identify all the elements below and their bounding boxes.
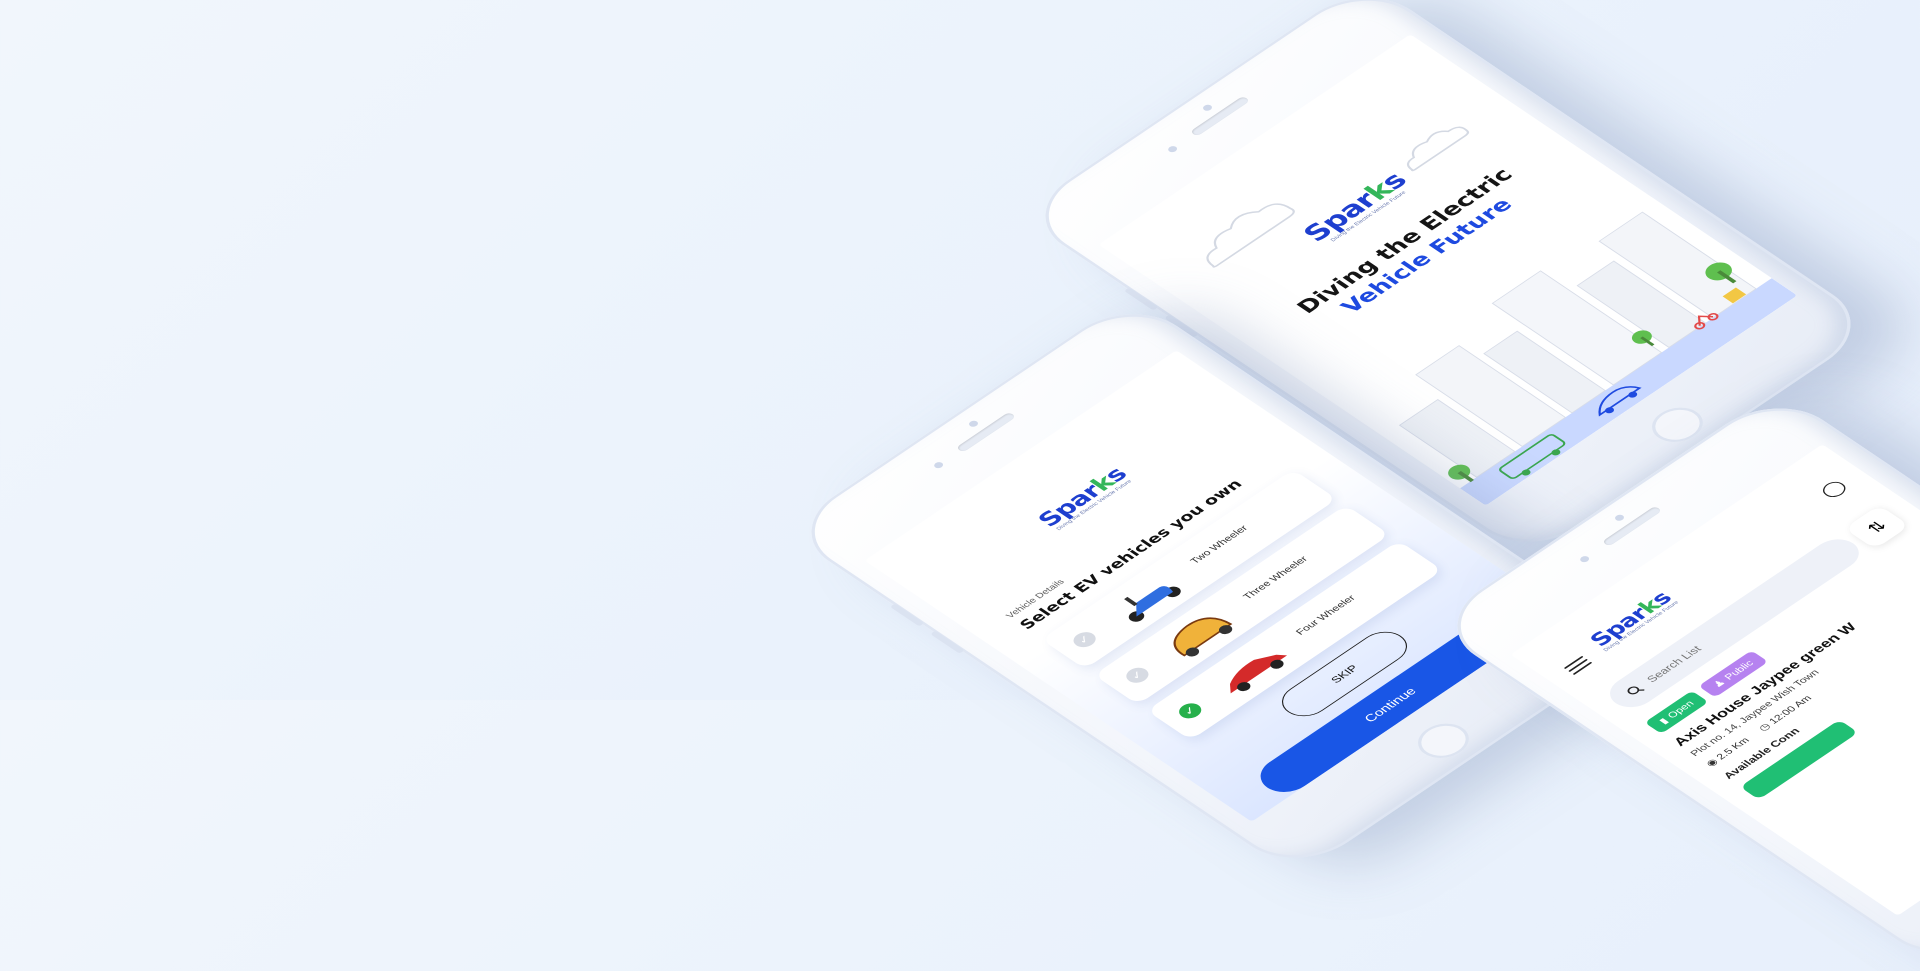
app-logo: Sparks Diving the Electric Vehicle Futur… xyxy=(1584,588,1680,653)
volume-up-button xyxy=(889,603,925,627)
front-camera xyxy=(1201,103,1214,113)
stage: Sparks Diving the Electric Vehicle Futur… xyxy=(0,0,1920,971)
proximity-sensor xyxy=(1578,554,1591,564)
front-camera xyxy=(1613,513,1626,523)
filter-button[interactable]: ⇅ xyxy=(1844,504,1910,550)
check-icon[interactable]: ✓ xyxy=(1174,700,1206,722)
earpiece-speaker xyxy=(955,411,1017,453)
filter-sliders-icon: ⇅ xyxy=(1863,517,1891,537)
hamburger-menu-icon[interactable] xyxy=(1561,654,1595,677)
logo-wordmark: Sparks xyxy=(1032,463,1133,532)
earpiece-speaker xyxy=(1189,95,1251,137)
logo-wordmark: Sparks xyxy=(1584,587,1677,651)
proximity-sensor xyxy=(1166,144,1179,154)
volume-up-button xyxy=(1123,287,1159,311)
home-button xyxy=(1407,716,1480,766)
earpiece-speaker xyxy=(1601,505,1663,547)
vehicle-name: Three Wheeler xyxy=(1241,554,1311,602)
front-camera xyxy=(967,419,980,429)
notification-bell-icon[interactable]: ◯ xyxy=(1815,476,1852,501)
check-icon[interactable]: ✓ xyxy=(1068,629,1101,651)
proximity-sensor xyxy=(932,460,945,470)
people-icon: ♟ xyxy=(1711,678,1729,690)
vehicle-name: Four Wheeler xyxy=(1293,593,1358,637)
check-icon[interactable]: ✓ xyxy=(1121,664,1154,686)
vehicle-name: Two Wheeler xyxy=(1188,523,1251,566)
search-icon xyxy=(1627,686,1645,695)
charger-icon: ▮ xyxy=(1657,716,1671,726)
volume-down-button xyxy=(930,630,965,654)
